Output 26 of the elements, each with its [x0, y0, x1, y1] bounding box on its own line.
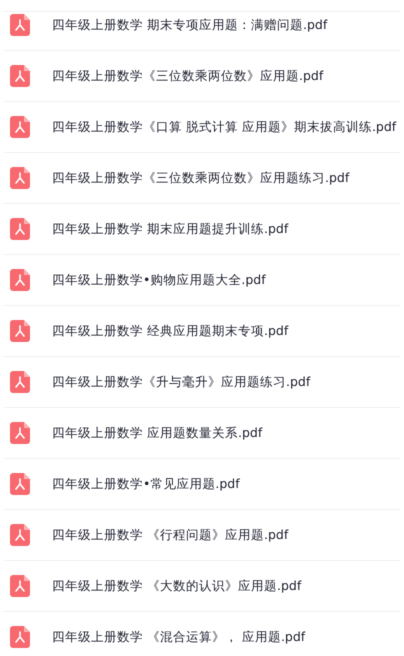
file-name[interactable]: 四年级上册数学 期末应用题提升训练.pdf [52, 220, 288, 238]
pdf-file-icon [10, 167, 30, 189]
pdf-file-icon [10, 269, 30, 291]
file-name[interactable]: 四年级上册数学《升与毫升》应用题练习.pdf [52, 374, 310, 390]
pdf-file-icon [10, 371, 30, 393]
file-name[interactable]: 四年级上册数学•常见应用题.pdf [52, 476, 240, 492]
pdf-file-icon [10, 116, 30, 138]
pdf-file-icon [10, 320, 30, 342]
pdf-file-icon [10, 14, 30, 36]
file-name[interactable]: 四年级上册数学 《大数的认识》应用题.pdf [52, 578, 302, 594]
pdf-file-icon [10, 65, 30, 87]
pdf-file-icon [10, 575, 30, 597]
file-name[interactable]: 四年级上册数学《口算 脱式计算 应用题》期末拔高训练.pdf [52, 118, 396, 136]
file-name[interactable]: 四年级上册数学•购物应用题大全.pdf [52, 272, 266, 288]
file-name[interactable]: 四年级上册数学 《行程问题》应用题.pdf [52, 526, 288, 544]
file-name[interactable]: 四年级上册数学 应用题数量关系.pdf [52, 424, 262, 442]
file-name[interactable]: 四年级上册数学 《混合运算》， 应用题.pdf [52, 628, 306, 646]
pdf-file-icon [10, 626, 30, 648]
pdf-file-icon [10, 473, 30, 495]
pdf-file-icon [10, 524, 30, 546]
file-name[interactable]: 四年级上册数学《三位数乘两位数》应用题练习.pdf [52, 170, 350, 186]
pdf-file-icon [10, 218, 30, 240]
file-name[interactable]: 四年级上册数学 期末专项应用题：满赠问题.pdf [52, 16, 328, 34]
file-name[interactable]: 四年级上册数学 经典应用题期末专项.pdf [52, 322, 288, 340]
file-name[interactable]: 四年级上册数学《三位数乘两位数》应用题.pdf [52, 68, 324, 84]
pdf-file-icon [10, 422, 30, 444]
